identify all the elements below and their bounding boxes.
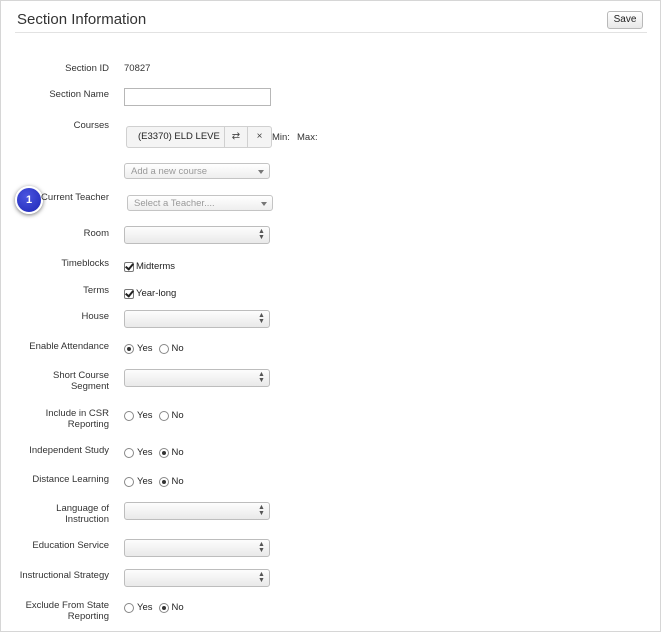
independent-study-no-radio[interactable] <box>158 447 169 458</box>
house-label: House <box>81 311 109 322</box>
distance-learning-no-label: No <box>171 476 184 487</box>
save-button[interactable]: Save <box>607 11 643 29</box>
language-of-instruction-label: Language of Instruction <box>56 503 109 525</box>
distance-learning-label: Distance Learning <box>32 474 109 485</box>
header-divider <box>15 32 647 33</box>
exclude-state-reporting-radios: Yes No <box>124 602 190 613</box>
checkbox-checked-icon[interactable] <box>124 261 134 272</box>
language-of-instruction-select[interactable]: ▲ ▼ <box>124 502 270 520</box>
exclude-no-radio[interactable] <box>158 602 169 613</box>
term-yearlong-label: Year-long <box>136 288 177 299</box>
section-id-label: Section ID <box>65 63 109 74</box>
language-label-line2: Instruction <box>65 514 109 525</box>
updown-arrows-icon: ▲ ▼ <box>258 228 265 241</box>
csr-yes-label: Yes <box>137 410 153 421</box>
add-course-placeholder: Add a new course <box>131 166 208 177</box>
add-course-select[interactable]: Add a new course <box>124 163 270 179</box>
exclude-yes-radio[interactable] <box>124 602 134 613</box>
course-chip: (E3370) ELD LEVE ⇄ × <box>126 126 272 148</box>
course-chip-name: (E3370) ELD LEVE <box>127 127 225 147</box>
independent-study-no-label: No <box>171 447 184 458</box>
section-information-panel: Section Information Save Section ID 7082… <box>0 0 661 632</box>
updown-arrows-icon: ▲ ▼ <box>258 504 265 517</box>
remove-course-icon[interactable]: × <box>248 127 271 147</box>
updown-arrows-icon: ▲ ▼ <box>258 312 265 325</box>
swap-course-icon[interactable]: ⇄ <box>225 127 248 147</box>
room-label: Room <box>83 228 109 239</box>
include-csr-label-line1: Include in CSR <box>45 408 109 419</box>
education-service-select[interactable]: ▲ ▼ <box>124 539 270 557</box>
room-select[interactable]: ▲ ▼ <box>124 226 270 244</box>
term-yearlong-option[interactable]: Year-long <box>124 288 176 299</box>
independent-study-yes-radio[interactable] <box>124 447 134 458</box>
instructional-strategy-label: Instructional Strategy <box>19 570 109 581</box>
short-course-segment-label-line2: Segment <box>70 381 109 392</box>
attendance-yes-radio[interactable] <box>124 343 134 354</box>
enable-attendance-radios: Yes No <box>124 343 190 354</box>
csr-no-radio[interactable] <box>158 410 169 421</box>
independent-study-radios: Yes No <box>124 447 190 458</box>
short-course-segment-label: Short Course Segment <box>53 370 109 392</box>
independent-study-yes-label: Yes <box>137 447 153 458</box>
updown-arrows-icon: ▲ ▼ <box>258 371 265 384</box>
checkbox-checked-icon[interactable] <box>124 288 134 299</box>
attendance-no-label: No <box>171 343 184 354</box>
short-course-segment-select[interactable]: ▲ ▼ <box>124 369 270 387</box>
csr-no-label: No <box>171 410 184 421</box>
step-marker-badge: 1 <box>15 186 43 214</box>
independent-study-label: Independent Study <box>29 445 109 456</box>
teacher-placeholder: Select a Teacher.... <box>134 198 215 209</box>
chevron-down-icon <box>261 202 267 206</box>
attendance-no-radio[interactable] <box>158 343 169 354</box>
course-min-label: Min: <box>272 132 290 143</box>
distance-learning-yes-label: Yes <box>137 476 153 487</box>
courses-label: Courses <box>73 120 109 131</box>
include-csr-label: Include in CSR Reporting <box>46 408 109 430</box>
attendance-yes-label: Yes <box>137 343 153 354</box>
distance-learning-radios: Yes No <box>124 476 190 487</box>
chevron-down-icon <box>258 170 264 174</box>
distance-learning-no-radio[interactable] <box>158 476 169 487</box>
exclude-no-label: No <box>171 602 184 613</box>
current-teacher-label: Current Teacher <box>41 192 109 203</box>
exclude-yes-label: Yes <box>137 602 153 613</box>
course-max-label: Max: <box>297 132 318 143</box>
teacher-select[interactable]: Select a Teacher.... <box>127 195 273 211</box>
short-course-segment-label-line1: Short Course <box>53 370 109 381</box>
language-label-line1: Language of <box>56 503 109 514</box>
include-csr-radios: Yes No <box>124 410 190 421</box>
terms-label: Terms <box>83 285 109 296</box>
page-title: Section Information <box>17 11 147 28</box>
timeblock-midterms-label: Midterms <box>136 261 176 272</box>
csr-yes-radio[interactable] <box>124 410 134 421</box>
education-service-label: Education Service <box>32 540 109 551</box>
updown-arrows-icon: ▲ ▼ <box>258 571 265 584</box>
section-name-input[interactable] <box>124 88 271 106</box>
timeblock-midterms-option[interactable]: Midterms <box>124 261 175 272</box>
exclude-label-line2: Reporting <box>67 611 109 622</box>
section-id-value: 70827 <box>124 63 151 74</box>
updown-arrows-icon: ▲ ▼ <box>258 541 265 554</box>
enable-attendance-label: Enable Attendance <box>29 341 109 352</box>
exclude-label-line1: Exclude From State <box>25 600 109 611</box>
house-select[interactable]: ▲ ▼ <box>124 310 270 328</box>
include-csr-label-line2: Reporting <box>67 419 109 430</box>
instructional-strategy-select[interactable]: ▲ ▼ <box>124 569 270 587</box>
timeblocks-label: Timeblocks <box>61 258 109 269</box>
distance-learning-yes-radio[interactable] <box>124 476 134 487</box>
exclude-state-reporting-label: Exclude From State Reporting <box>26 600 109 622</box>
section-name-label: Section Name <box>49 89 109 100</box>
